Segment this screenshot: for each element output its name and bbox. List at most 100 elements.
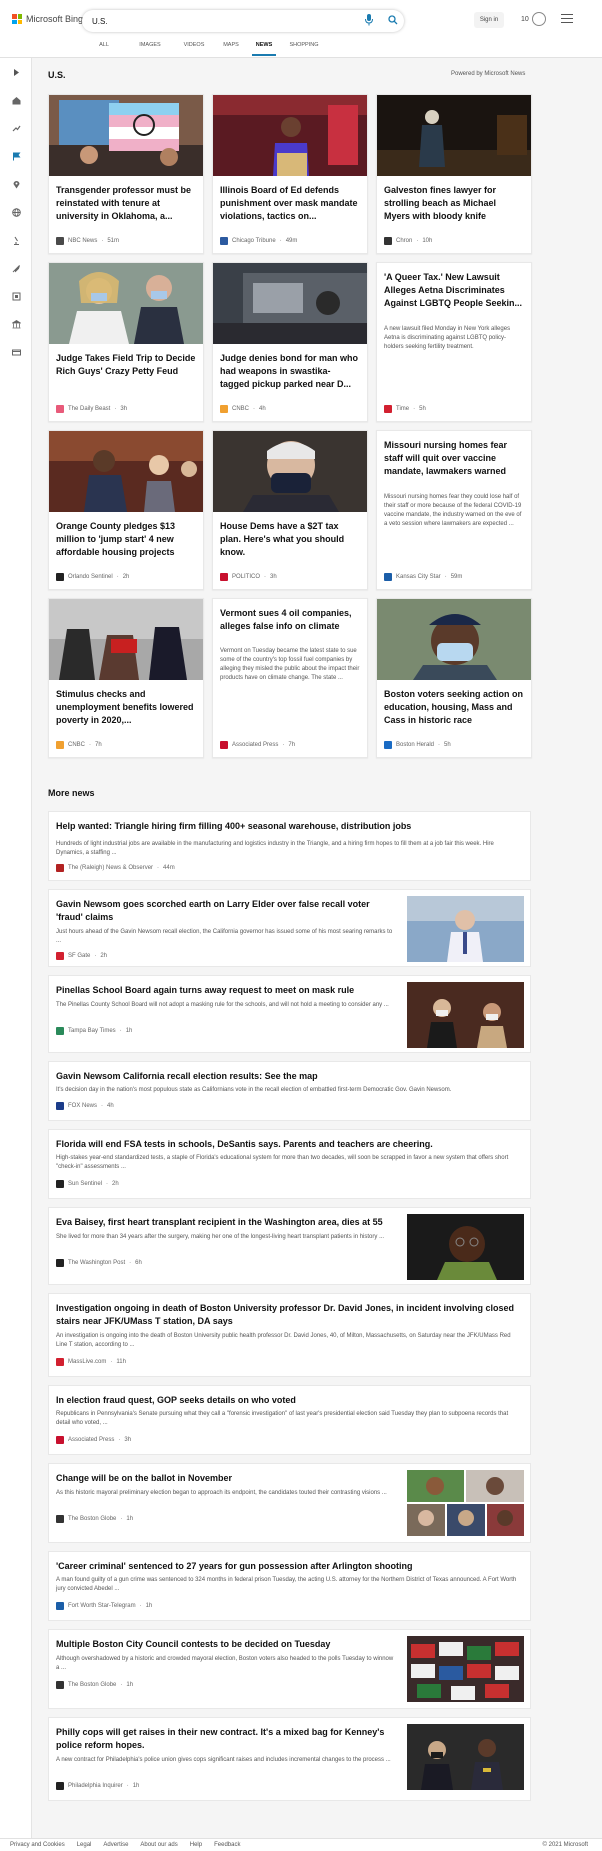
news-card[interactable]: Orange County pledges $13 million to 'ju… (48, 430, 204, 590)
news-card[interactable]: Vermont sues 4 oil companies, alleges fa… (212, 598, 368, 758)
tab-all[interactable]: ALL (90, 40, 118, 56)
card-title[interactable]: Boston voters seeking action on educatio… (384, 688, 524, 727)
news-card[interactable]: House Dems have a $2T tax plan. Here's w… (212, 430, 368, 590)
source-name: Kansas City Star (396, 574, 441, 580)
news-list-item[interactable]: Philly cops will get raises in their new… (48, 1717, 531, 1801)
source-name: NBC News (68, 238, 98, 244)
card-title[interactable]: Orange County pledges $13 million to 'ju… (56, 520, 196, 559)
news-list-item[interactable]: Gavin Newsom California recall election … (48, 1061, 531, 1121)
microphone-icon[interactable] (364, 14, 374, 26)
news-card[interactable]: Illinois Board of Ed defends punishment … (212, 94, 368, 254)
news-thumbnail (407, 1724, 524, 1790)
source-time: 1h (125, 1028, 133, 1034)
star-telegram-logo-icon (56, 1602, 64, 1610)
news-list-item[interactable]: Florida will end FSA tests in schools, D… (48, 1129, 531, 1199)
tab-news[interactable]: NEWS (252, 40, 276, 56)
entertainment-icon[interactable] (12, 292, 21, 301)
card-title[interactable]: Missouri nursing homes fear staff will q… (384, 439, 524, 478)
search-box[interactable] (82, 10, 404, 32)
expand-icon[interactable] (12, 68, 21, 77)
tab-shopping[interactable]: SHOPPING (284, 40, 324, 56)
news-list-item[interactable]: Investigation ongoing in death of Boston… (48, 1293, 531, 1377)
news-card[interactable]: 'A Queer Tax.' New Lawsuit Alleges Aetna… (376, 262, 532, 422)
news-title[interactable]: Multiple Boston City Council contests to… (56, 1638, 396, 1651)
news-title[interactable]: 'Career criminal' sentenced to 27 years … (56, 1560, 521, 1573)
news-thumbnail (407, 1214, 524, 1280)
time-logo-icon (384, 405, 392, 413)
news-list-item[interactable]: Gavin Newsom goes scorched earth on Larr… (48, 889, 531, 967)
menu-icon[interactable] (561, 14, 573, 24)
source-time: 49m (285, 238, 298, 244)
news-list-item[interactable]: Eva Baisey, first heart transplant recip… (48, 1207, 531, 1285)
news-snippet: Hundreds of light industrial jobs are av… (56, 841, 494, 856)
logo-text: Microsoft Bing (26, 14, 84, 24)
card-title[interactable]: Vermont sues 4 oil companies, alleges fa… (220, 607, 360, 633)
card-title[interactable]: Illinois Board of Ed defends punishment … (220, 184, 360, 223)
news-title[interactable]: Pinellas School Board again turns away r… (56, 984, 396, 997)
news-title[interactable]: Change will be on the ballot in November (56, 1472, 396, 1485)
card-title[interactable]: Judge denies bond for man who had weapon… (220, 352, 360, 391)
search-input[interactable] (92, 14, 332, 28)
footer-link-legal[interactable]: Legal (77, 1842, 92, 1848)
news-title[interactable]: Investigation ongoing in death of Boston… (56, 1302, 521, 1328)
news-title[interactable]: Gavin Newsom goes scorched earth on Larr… (56, 898, 396, 924)
footer-link-advertise[interactable]: Advertise (103, 1842, 128, 1848)
rewards-points[interactable]: 10 (521, 16, 529, 23)
news-card[interactable]: Judge denies bond for man who had weapon… (212, 262, 368, 422)
home-icon[interactable] (12, 96, 21, 105)
source-name: Orlando Sentinel (68, 574, 113, 580)
globe-icon[interactable] (12, 208, 21, 217)
footer-link-privacy[interactable]: Privacy and Cookies (10, 1842, 65, 1848)
location-icon[interactable] (12, 180, 21, 189)
money-icon[interactable] (12, 348, 21, 357)
source-time: 11h (116, 1359, 126, 1365)
news-card[interactable]: Boston voters seeking action on educatio… (376, 598, 532, 758)
tab-maps[interactable]: MAPS (216, 40, 246, 56)
sign-in-button[interactable]: Sign in (474, 12, 504, 28)
footer-link-about-ads[interactable]: About our ads (140, 1842, 177, 1848)
card-title[interactable]: Transgender professor must be reinstated… (56, 184, 196, 223)
news-card[interactable]: Stimulus checks and unemployment benefit… (48, 598, 204, 758)
news-title[interactable]: Florida will end FSA tests in schools, D… (56, 1138, 521, 1151)
search-button[interactable] (384, 11, 402, 29)
microscope-icon[interactable] (12, 236, 21, 245)
footer-link-help[interactable]: Help (190, 1842, 202, 1848)
news-title[interactable]: Eva Baisey, first heart transplant recip… (56, 1216, 396, 1229)
source-time: 51m (107, 238, 120, 244)
news-title[interactable]: Philly cops will get raises in their new… (56, 1726, 396, 1752)
card-title[interactable]: Judge Takes Field Trip to Decide Rich Gu… (56, 352, 196, 378)
card-title[interactable]: 'A Queer Tax.' New Lawsuit Alleges Aetna… (384, 271, 524, 310)
news-title[interactable]: Help wanted: Triangle hiring firm fillin… (56, 820, 521, 833)
trending-icon[interactable] (12, 124, 21, 133)
tab-videos[interactable]: VIDEOS (176, 40, 212, 56)
news-list-item[interactable]: Change will be on the ballot in November… (48, 1463, 531, 1543)
tab-images[interactable]: IMAGES (128, 40, 172, 56)
news-list-item[interactable]: In election fraud quest, GOP seeks detai… (48, 1385, 531, 1455)
card-title[interactable]: House Dems have a $2T tax plan. Here's w… (220, 520, 360, 559)
news-title[interactable]: In election fraud quest, GOP seeks detai… (56, 1394, 521, 1407)
rewards-trophy-icon[interactable] (532, 12, 546, 26)
news-snippet: She lived for more than 34 years after t… (56, 1234, 385, 1240)
sun-sentinel-logo-icon (56, 1180, 64, 1188)
news-list-item[interactable]: Pinellas School Board again turns away r… (48, 975, 531, 1053)
flag-icon[interactable] (12, 152, 21, 161)
chicago-tribune-logo-icon (220, 237, 228, 245)
card-title[interactable]: Galveston fines lawyer for strolling bea… (384, 184, 524, 223)
card-title[interactable]: Stimulus checks and unemployment benefit… (56, 688, 196, 727)
news-card[interactable]: Galveston fines lawyer for strolling bea… (376, 94, 532, 254)
footer-link-feedback[interactable]: Feedback (214, 1842, 240, 1848)
source-time: 4h (259, 406, 266, 412)
news-snippet: Republicans in Pennsylvania's Senate pur… (56, 1411, 509, 1426)
news-title[interactable]: Gavin Newsom California recall election … (56, 1070, 521, 1083)
news-card[interactable]: Missouri nursing homes fear staff will q… (376, 430, 532, 590)
news-card[interactable]: Judge Takes Field Trip to Decide Rich Gu… (48, 262, 204, 422)
source-name: The Daily Beast (68, 406, 111, 412)
bing-logo[interactable]: Microsoft Bing (12, 14, 83, 24)
news-list-item[interactable]: 'Career criminal' sentenced to 27 years … (48, 1551, 531, 1621)
news-card[interactable]: Transgender professor must be reinstated… (48, 94, 204, 254)
news-list-item[interactable]: Multiple Boston City Council contests to… (48, 1629, 531, 1709)
news-list-item[interactable]: Help wanted: Triangle hiring firm fillin… (48, 811, 531, 881)
politics-icon[interactable] (12, 320, 21, 329)
rocket-icon[interactable] (12, 264, 21, 273)
news-source: Tampa Bay Times · 1h (56, 1027, 132, 1035)
